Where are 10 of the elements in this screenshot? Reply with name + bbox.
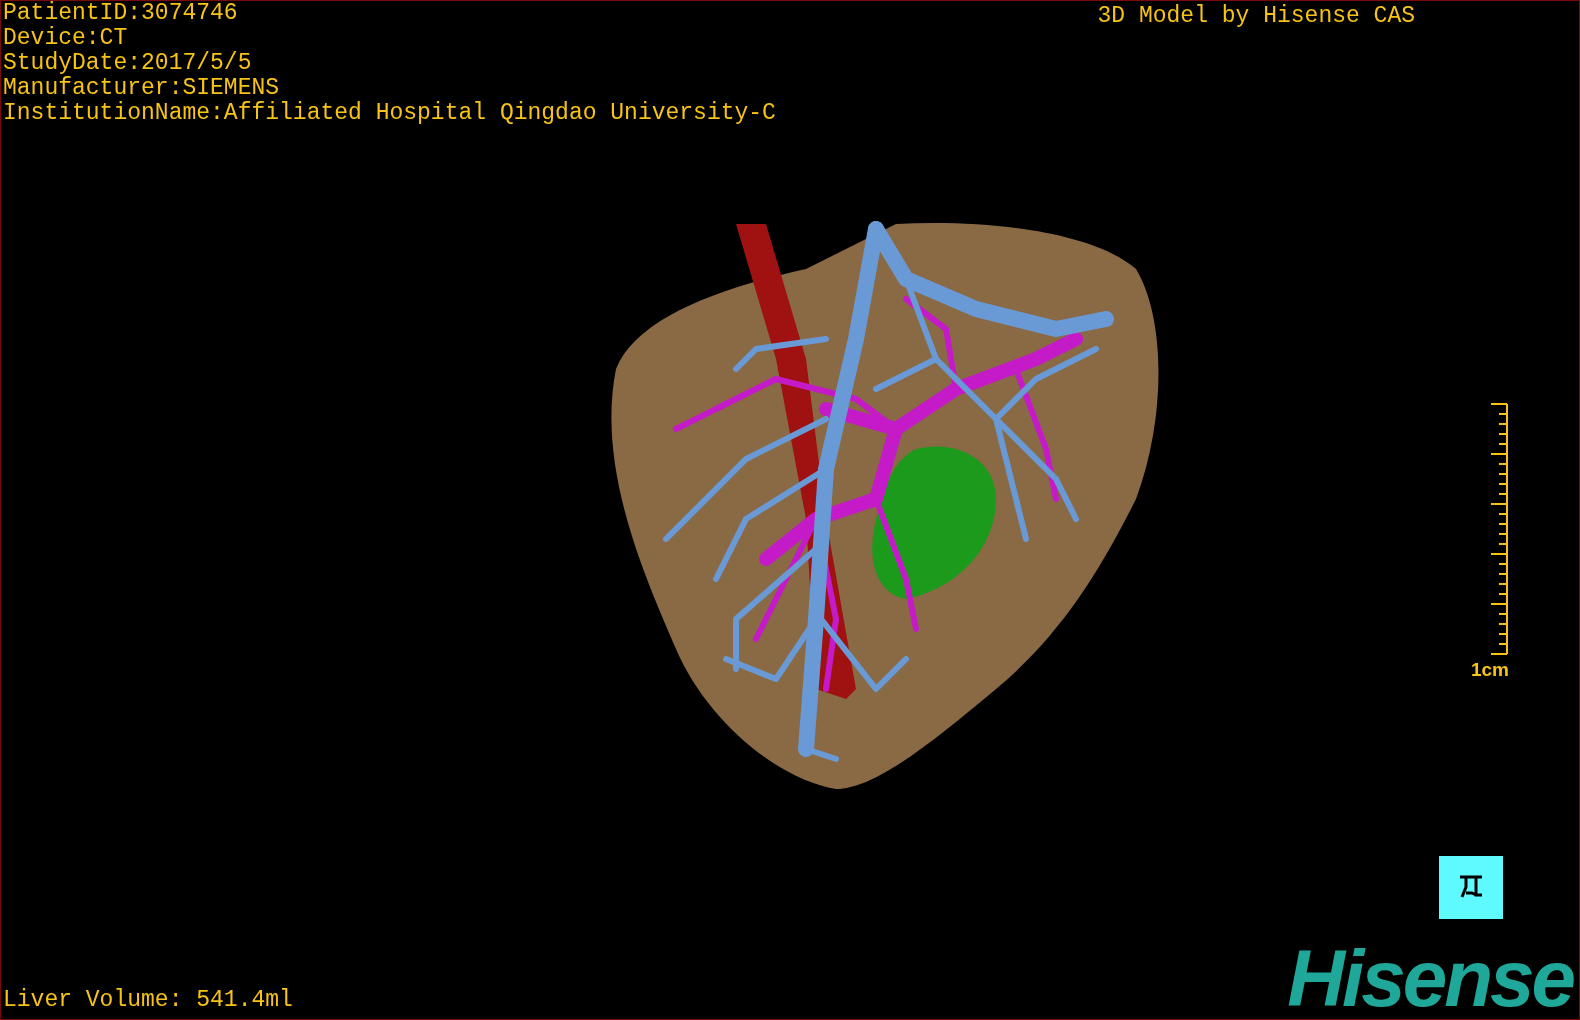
tool-button[interactable] — [1439, 856, 1503, 919]
info-text: Device:CT — [3, 26, 129, 51]
scale-label: 1cm — [1470, 659, 1509, 681]
brand-logo: Hisense — [1287, 945, 1575, 1019]
info-text: StudyDate:2017/5/5 — [3, 51, 253, 76]
info-text: Manufacturer:SIEMENS — [3, 76, 281, 101]
info-text: PatientID:3074746 — [3, 1, 239, 26]
liver-volume-text: Liver Volume: 541.4ml — [2, 987, 293, 1015]
header-title: 3D Model by Hisense CAS — [1097, 2, 1415, 31]
info-text: InstitutionName:Affiliated Hospital Qingdao University-C — [3, 101, 776, 126]
